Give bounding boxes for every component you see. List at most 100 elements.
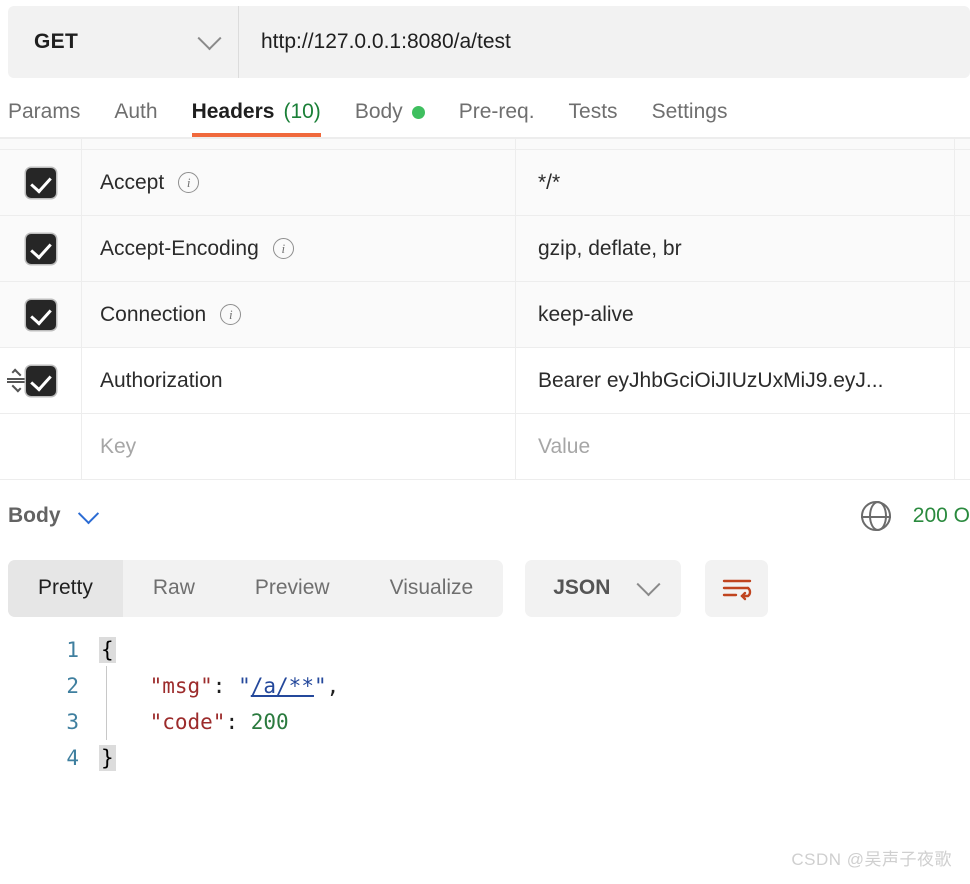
table-row[interactable]: Authorization Bearer eyJhbGciOiJIUzUxMiJ… [0,348,970,414]
row-clipped-tail-cell [955,139,970,149]
row-clipped-value-cell [516,139,955,149]
tab-auth[interactable]: Auth [114,100,181,137]
new-row-check-cell [0,414,82,479]
tab-visualize[interactable]: Visualize [360,560,504,617]
header-value-cell[interactable]: Bearer eyJhbGciOiJIUzUxMiJ9.eyJ... [516,348,955,413]
chevron-down-icon [636,571,661,596]
url-value: http://127.0.0.1:8080/a/test [261,30,511,53]
header-key-cell[interactable]: Accept i [82,150,516,215]
header-enabled-checkbox[interactable] [25,233,56,264]
row-tail-cell [955,348,970,413]
table-row[interactable]: Accept-Encoding i gzip, deflate, br [0,216,970,282]
tab-preview[interactable]: Preview [225,560,360,617]
code-key-code: "code" [149,710,226,734]
header-key-cell[interactable]: Connection i [82,282,516,347]
code-colon: : [225,710,251,734]
chevron-down-icon[interactable] [77,502,99,524]
new-row-tail-cell [955,414,970,479]
wrap-lines-button[interactable] [705,559,769,617]
code-line-3: "code": 200 [99,704,339,740]
tab-preview-label: Preview [254,576,330,599]
info-icon[interactable]: i [178,172,200,193]
tab-raw[interactable]: Raw [123,560,225,617]
response-format-select[interactable]: JSON [525,559,682,617]
table-row-new[interactable]: Key Value [0,414,970,480]
response-view-toolbar: Pretty Raw Preview Visualize JSON [0,552,970,624]
code-open-brace: { [99,637,116,663]
line-number: 2 [66,674,79,698]
tab-settings-label: Settings [651,100,728,123]
response-format-label: JSON [553,576,611,599]
tab-prerequest-label: Pre-req. [458,100,535,123]
table-row-clipped [0,139,970,150]
code-lines: { "msg": "/a/**", "code": 200 } [95,632,339,776]
response-body-code[interactable]: 1 2 3 4 { "msg": "/a/**", "code": 200 } [0,624,970,776]
tab-settings[interactable]: Settings [652,100,752,137]
new-key-input[interactable]: Key [82,414,516,479]
header-key-cell[interactable]: Accept-Encoding i [82,216,516,281]
code-value-code: 200 [250,710,289,734]
url-input[interactable]: http://127.0.0.1:8080/a/test [239,6,970,78]
header-value-text: Bearer eyJhbGciOiJIUzUxMiJ9.eyJ... [538,368,884,392]
code-close-brace: } [99,745,116,771]
new-key-placeholder: Key [100,434,137,458]
line-number: 3 [66,710,79,734]
header-enabled-checkbox[interactable] [25,299,56,330]
info-icon[interactable]: i [220,304,242,325]
header-key-text: Connection [100,302,207,326]
tab-raw-label: Raw [152,576,195,599]
tab-visualize-label: Visualize [389,576,474,599]
header-value-cell[interactable]: */* [516,150,955,215]
tab-tests[interactable]: Tests [569,100,642,137]
line-number: 1 [66,638,79,662]
http-method-select[interactable]: GET [8,6,239,78]
new-value-input[interactable]: Value [516,414,955,479]
line-number: 4 [66,746,79,770]
status-badge: 200 O [912,504,970,527]
request-url-bar: GET http://127.0.0.1:8080/a/test [0,0,970,78]
globe-icon[interactable] [860,501,891,531]
code-value-msg[interactable]: /a/** [251,674,314,698]
table-row[interactable]: Connection i keep-alive [0,282,970,348]
row-check-cell [0,348,82,413]
header-key-text: Accept-Encoding [100,236,259,260]
header-value-cell[interactable]: gzip, deflate, br [516,216,955,281]
tab-body[interactable]: Body [355,100,449,137]
tab-tests-label: Tests [568,100,618,123]
header-key-cell[interactable]: Authorization [82,348,516,413]
row-tail-cell [955,150,970,215]
code-key-msg: "msg" [149,674,213,698]
row-check-cell [0,216,82,281]
response-status-group: 200 O [860,501,970,531]
header-value-text: keep-alive [538,302,634,326]
header-value-cell[interactable]: keep-alive [516,282,955,347]
headers-table: Accept i */* Accept-Encoding i gzip, def… [0,138,970,480]
new-value-placeholder: Value [538,434,591,458]
header-enabled-checkbox[interactable] [25,365,56,396]
watermark: CSDN @吴声子夜歌 [791,850,952,869]
tab-pretty-label: Pretty [38,576,93,599]
drag-handle-icon[interactable] [5,368,27,393]
request-tabs: Params Auth Headers (10) Body Pre-req. T… [0,78,970,138]
code-comma: , [326,674,340,698]
tab-prerequest[interactable]: Pre-req. [459,100,559,137]
tab-params[interactable]: Params [8,100,104,137]
code-line-2: "msg": "/a/**", [99,668,340,704]
info-icon[interactable]: i [272,238,294,259]
row-tail-cell [955,282,970,347]
indent-guide [106,666,107,740]
header-value-text: */* [538,170,561,194]
table-row[interactable]: Accept i */* [0,150,970,216]
code-line-4: } [99,740,339,776]
tab-params-label: Params [8,100,81,123]
tab-body-label: Body [354,100,403,123]
header-enabled-checkbox[interactable] [25,167,56,198]
row-check-cell [0,282,82,347]
code-line-1: { [99,632,339,668]
code-quote-open: " [238,674,251,698]
http-method-label: GET [34,30,79,53]
row-check-cell [0,150,82,215]
tab-pretty[interactable]: Pretty [8,559,123,617]
tab-headers[interactable]: Headers (10) [191,100,345,137]
row-clipped-key-cell [82,139,516,149]
